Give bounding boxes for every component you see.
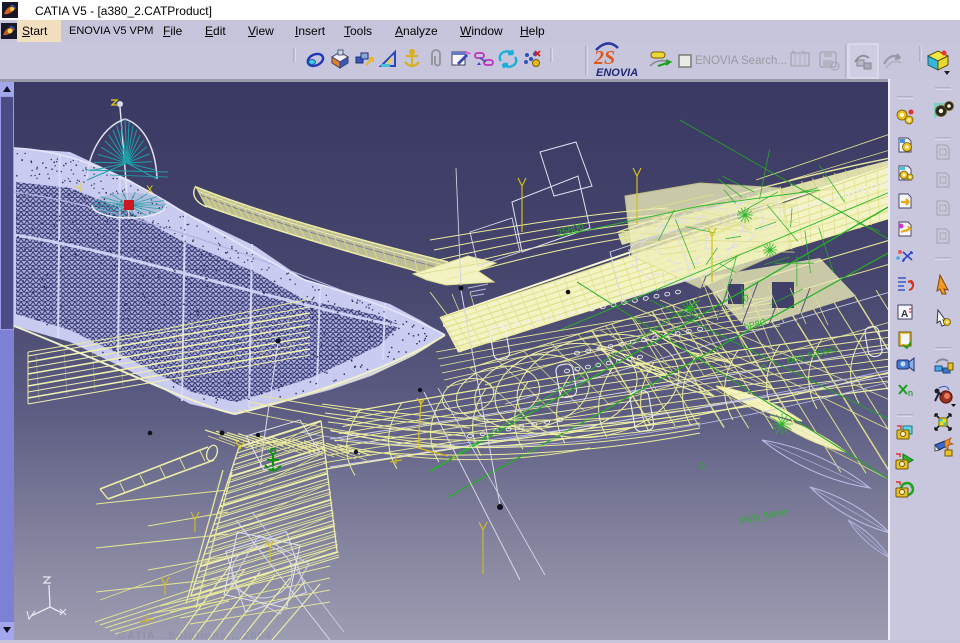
svg-text:n: n xyxy=(908,388,913,398)
svg-text:CATIA...Solutions....2004: CATIA...Solutions....2004 xyxy=(118,630,272,640)
svg-text:ENOVIA: ENOVIA xyxy=(596,67,638,79)
svg-text:H: H xyxy=(452,453,459,463)
svg-text:X: X xyxy=(146,184,154,196)
svg-text:ENOVIA Search...: ENOVIA Search... xyxy=(695,55,787,67)
svg-text:A: A xyxy=(901,309,908,320)
